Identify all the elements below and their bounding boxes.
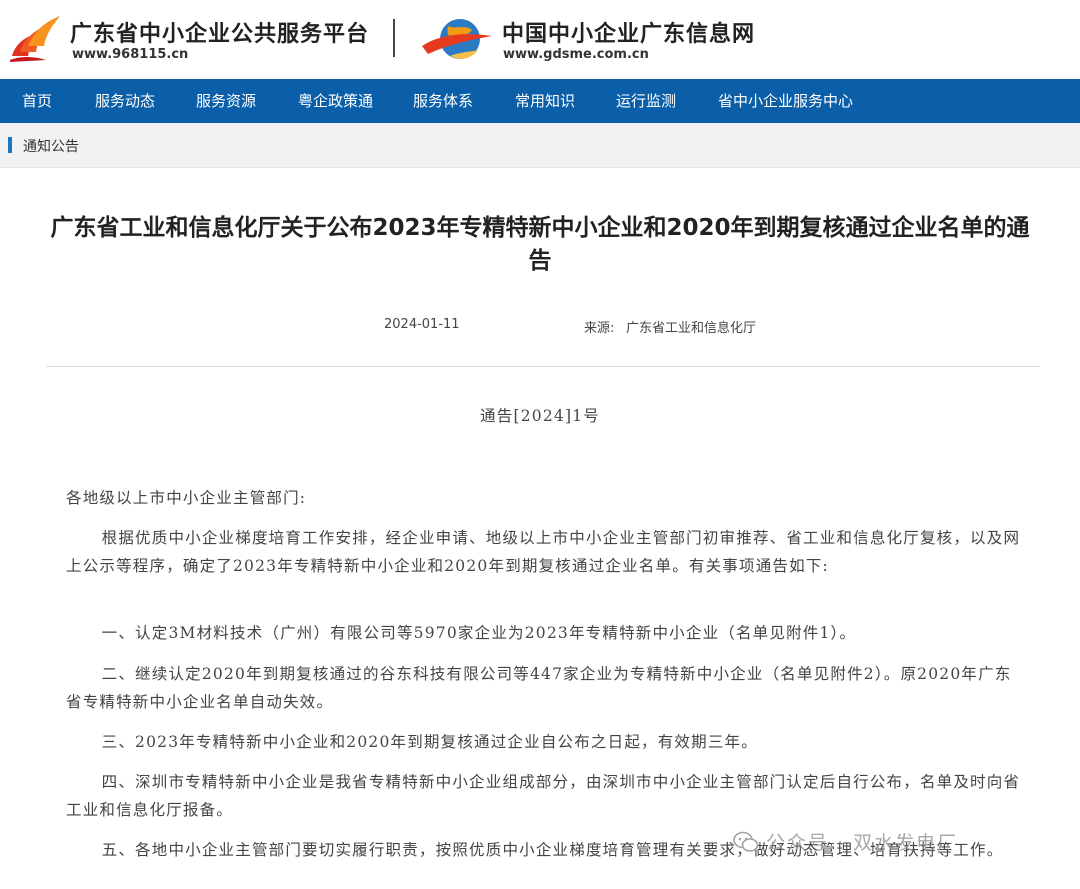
phoenix-logo[interactable] (6, 12, 62, 64)
nav-item-home[interactable]: 首页 (22, 79, 52, 123)
article-paragraph: 各地级以上市中小企业主管部门: (66, 489, 307, 507)
nav-item-monitoring[interactable]: 运行监测 (616, 79, 676, 123)
article-divider (46, 366, 1040, 367)
article: 广东省工业和信息化厅关于公布2023年专精特新中小企业和2020年到期复核通过企… (0, 168, 1080, 889)
watermark-text: 公众号 · 双水发电厂 (766, 832, 959, 854)
nav-item-service-resources[interactable]: 服务资源 (196, 79, 256, 123)
article-paragraph: 四、深圳市专精特新中小企业是我省专精特新中小企业组成部分，由深圳市中小企业主管部… (66, 773, 1021, 819)
article-paragraph: 根据优质中小企业梯度培育工作安排，经企业申请、地级以上市中小企业主管部门初审推荐… (66, 529, 1021, 575)
article-paragraph: 三、2023年专精特新中小企业和2020年到期复核通过企业自公布之日起，有效期三… (101, 733, 758, 751)
article-paragraph: 一、认定3M材料技术（广州）有限公司等5970家企业为2023年专精特新中小企业… (101, 624, 857, 642)
breadcrumb-notices-link[interactable]: 通知公告 (23, 136, 79, 156)
header-divider (393, 19, 395, 57)
nav-item-service-system[interactable]: 服务体系 (413, 79, 473, 123)
breadcrumb-marker (8, 137, 12, 153)
site2-title[interactable]: 中国中小企业广东信息网 (502, 16, 755, 48)
article-paragraph: 二、继续认定2020年到期复核通过的谷东科技有限公司等447家企业为专精特新中小… (66, 665, 1012, 711)
nav-item-policy[interactable]: 粤企政策通 (298, 79, 373, 123)
site1-title[interactable]: 广东省中小企业公共服务平台 (70, 16, 369, 48)
site-header: 广东省中小企业公共服务平台 www.968115.cn 中国中小企业广东信息网 … (0, 0, 1080, 79)
site2-url[interactable]: www.gdsme.com.cn (503, 47, 649, 62)
article-source: 广东省工业和信息化厅 (626, 321, 757, 336)
article-date: 2024-01-11 (384, 317, 460, 332)
site1-url[interactable]: www.968115.cn (72, 47, 188, 62)
article-title: 广东省工业和信息化厅关于公布2023年专精特新中小企业和2020年到期复核通过企… (50, 215, 1030, 274)
breadcrumb: 通知公告 (0, 123, 1080, 168)
wechat-icon (733, 831, 759, 852)
nav-item-service-center[interactable]: 省中小企业服务中心 (718, 79, 853, 123)
globe-logo[interactable] (420, 12, 494, 66)
nav-item-service-news[interactable]: 服务动态 (95, 79, 155, 123)
main-nav: 首页 服务动态 服务资源 粤企政策通 服务体系 常用知识 运行监测 省中小企业服… (0, 79, 1080, 123)
document-number: 通告[2024]1号 (480, 407, 600, 425)
article-source-label: 来源: (584, 321, 615, 336)
nav-item-knowledge[interactable]: 常用知识 (515, 79, 575, 123)
